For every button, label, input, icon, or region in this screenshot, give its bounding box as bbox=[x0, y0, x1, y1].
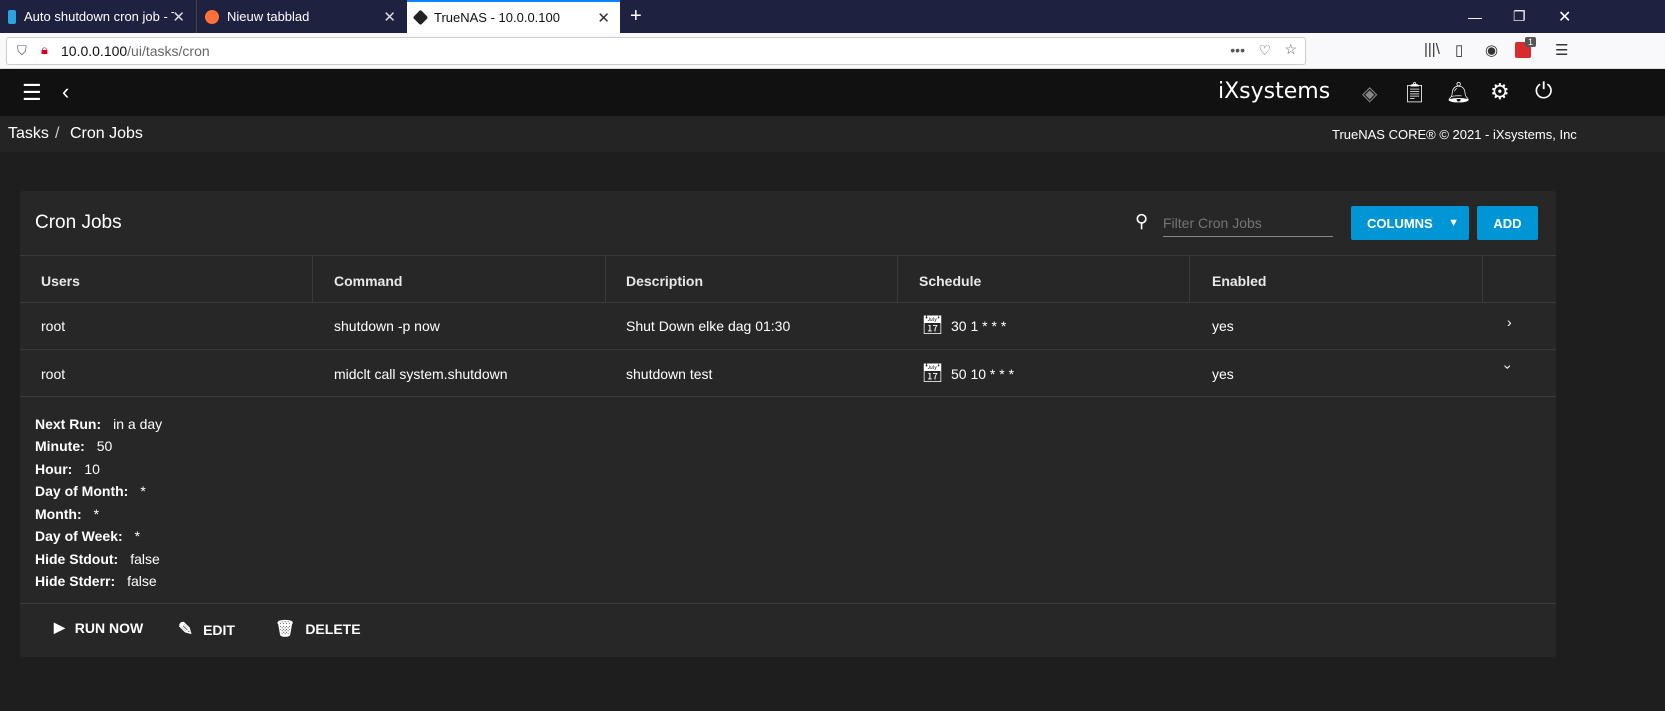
cell-enabled: yes bbox=[1212, 318, 1234, 334]
browser-toolbar: ⛉ 🔒︎ 10.0.0.100/ui/tasks/cron ••• ♡ ☆ ||… bbox=[0, 33, 1665, 69]
close-tab-icon[interactable]: ✕ bbox=[597, 9, 610, 27]
tab-title: TrueNAS - 10.0.0.100 bbox=[434, 10, 560, 25]
hamburger-menu-icon[interactable]: ☰ bbox=[22, 80, 42, 106]
bell-icon[interactable]: 🔔︎ bbox=[1446, 80, 1471, 105]
edit-label: EDIT bbox=[203, 621, 235, 638]
tab-favicon-icon bbox=[8, 9, 16, 24]
run-now-button[interactable]: ▶ RUN NOW bbox=[54, 619, 143, 636]
browser-tab[interactable]: Auto shutdown cron job - TrueNAS✕ bbox=[0, 0, 195, 33]
cell-user: root bbox=[41, 366, 66, 382]
detail-label: Hide Stderr: bbox=[35, 573, 116, 589]
extension-badge: 1 bbox=[1525, 37, 1537, 47]
cell-schedule: 50 10 * * * bbox=[951, 366, 1015, 382]
edit-button[interactable]: ✎ EDIT bbox=[178, 619, 235, 640]
calendar-icon: 📅︎ bbox=[921, 363, 944, 383]
back-chevron-icon[interactable]: ‹ bbox=[62, 79, 69, 105]
browser-tab-bar: Auto shutdown cron job - TrueNAS✕ Nieuw … bbox=[0, 0, 1665, 33]
library-icon[interactable]: |||\ bbox=[1424, 41, 1440, 58]
firefox-icon bbox=[205, 9, 219, 24]
detail-value: * bbox=[140, 483, 146, 499]
tab-title: Auto shutdown cron job - TrueNAS bbox=[24, 9, 174, 24]
trash-icon: 🗑︎ bbox=[275, 621, 296, 638]
detail-label: Next Run: bbox=[35, 416, 102, 432]
cell-description: Shut Down elke dag 01:30 bbox=[626, 318, 791, 334]
detail-label: Month: bbox=[35, 506, 82, 522]
detail-value: 10 bbox=[84, 461, 100, 477]
gear-icon[interactable]: ⚙ bbox=[1490, 79, 1510, 105]
browser-tab-active[interactable]: TrueNAS - 10.0.0.100 ✕ bbox=[407, 0, 620, 33]
header-command[interactable]: Command bbox=[334, 273, 402, 289]
cell-description: shutdown test bbox=[626, 366, 713, 382]
detail-value: false bbox=[130, 551, 160, 567]
detail-value: in a day bbox=[113, 416, 163, 432]
header-description[interactable]: Description bbox=[626, 273, 703, 289]
tab-title: Nieuw tabblad bbox=[227, 9, 310, 24]
shield-icon[interactable]: ⛉ bbox=[17, 43, 27, 59]
caret-down-icon: ▼ bbox=[1448, 217, 1459, 229]
detail-label: Day of Month: bbox=[35, 483, 129, 499]
calendar-icon: 📅︎ bbox=[921, 315, 944, 335]
menu-icon[interactable]: ☰ bbox=[1555, 41, 1568, 59]
header-schedule[interactable]: Schedule bbox=[919, 273, 981, 289]
bookmark-star-icon[interactable]: ☆ bbox=[1284, 41, 1297, 58]
app-header: ☰ ‹ iXsystems ◈ 📋︎ 🔔︎ ⚙ ⏻ bbox=[0, 69, 1665, 116]
copyright: TrueNAS CORE® © 2021 - iXsystems, Inc bbox=[1332, 127, 1577, 142]
pocket-icon[interactable]: ♡ bbox=[1258, 42, 1271, 59]
detail-label: Hide Stdout: bbox=[35, 551, 119, 567]
detail-value: * bbox=[134, 528, 141, 544]
close-tab-icon[interactable]: ✕ bbox=[172, 8, 185, 26]
truecommand-icon[interactable]: ◈ bbox=[1362, 81, 1377, 106]
delete-label: DELETE bbox=[305, 621, 361, 637]
close-window-button[interactable]: ✕ bbox=[1550, 0, 1579, 33]
card-title: Cron Jobs bbox=[35, 212, 122, 233]
run-now-label: RUN NOW bbox=[74, 619, 144, 636]
play-icon: ▶ bbox=[54, 619, 65, 635]
browser-tab[interactable]: Nieuw tabblad ✕ bbox=[196, 0, 406, 33]
account-icon[interactable]: ◉ bbox=[1485, 41, 1498, 59]
cell-schedule: 30 1 * * * bbox=[951, 318, 1007, 334]
cell-user: root bbox=[41, 318, 66, 334]
cell-command: midclt call system.shutdown bbox=[334, 366, 508, 382]
truenas-favicon-icon bbox=[412, 9, 429, 26]
detail-label: Day of Week: bbox=[35, 528, 123, 544]
page-actions-icon[interactable]: ••• bbox=[1230, 42, 1245, 58]
delete-button[interactable]: 🗑︎ DELETE bbox=[275, 619, 361, 639]
cron-jobs-card: Cron Jobs ⚲ COLUMNS ▼ ADD Users Command D… bbox=[20, 191, 1556, 657]
header-enabled[interactable]: Enabled bbox=[1212, 273, 1266, 289]
detail-label: Hour: bbox=[35, 461, 73, 477]
task-manager-icon[interactable]: 📋︎ bbox=[1402, 80, 1427, 105]
ixsystems-logo: iXsystems bbox=[1218, 79, 1331, 104]
detail-value: false bbox=[127, 573, 157, 589]
new-tab-button[interactable]: + bbox=[622, 0, 650, 33]
sidebar-icon[interactable]: ▯ bbox=[1455, 41, 1463, 59]
collapse-chevron-icon[interactable]: › bbox=[1500, 365, 1516, 370]
search-icon: ⚲ bbox=[1135, 211, 1149, 231]
breadcrumb-tasks[interactable]: Tasks bbox=[8, 125, 49, 143]
add-button[interactable]: ADD bbox=[1477, 206, 1538, 240]
power-icon[interactable]: ⏻ bbox=[1535, 78, 1552, 104]
breadcrumb-separator: / bbox=[55, 125, 60, 142]
restore-button[interactable]: ❐ bbox=[1505, 0, 1534, 33]
detail-value: 50 bbox=[96, 438, 113, 454]
detail-value: * bbox=[93, 506, 100, 522]
url-path: /ui/tasks/cron bbox=[127, 43, 210, 59]
header-users[interactable]: Users bbox=[41, 273, 80, 289]
pencil-icon: ✎ bbox=[178, 619, 194, 639]
filter-input[interactable] bbox=[1163, 209, 1333, 237]
close-tab-icon[interactable]: ✕ bbox=[383, 8, 396, 26]
url-host: 10.0.0.100 bbox=[61, 43, 128, 59]
breadcrumb-cron-jobs: Cron Jobs bbox=[70, 125, 143, 142]
expand-chevron-icon[interactable]: › bbox=[1507, 314, 1512, 330]
columns-button[interactable]: COLUMNS ▼ bbox=[1351, 206, 1469, 240]
breadcrumb-bar: Tasks / Cron Jobs TrueNAS CORE® © 2021 -… bbox=[0, 116, 1665, 152]
columns-label: COLUMNS bbox=[1367, 215, 1433, 231]
minimize-button[interactable]: — bbox=[1460, 0, 1490, 33]
insecure-lock-icon[interactable]: 🔒︎ bbox=[41, 42, 48, 58]
cell-command: shutdown -p now bbox=[334, 318, 440, 334]
url-bar[interactable]: ⛉ 🔒︎ 10.0.0.100/ui/tasks/cron ••• ♡ ☆ bbox=[6, 37, 1306, 65]
detail-label: Minute: bbox=[35, 438, 85, 454]
cell-enabled: yes bbox=[1212, 366, 1234, 382]
